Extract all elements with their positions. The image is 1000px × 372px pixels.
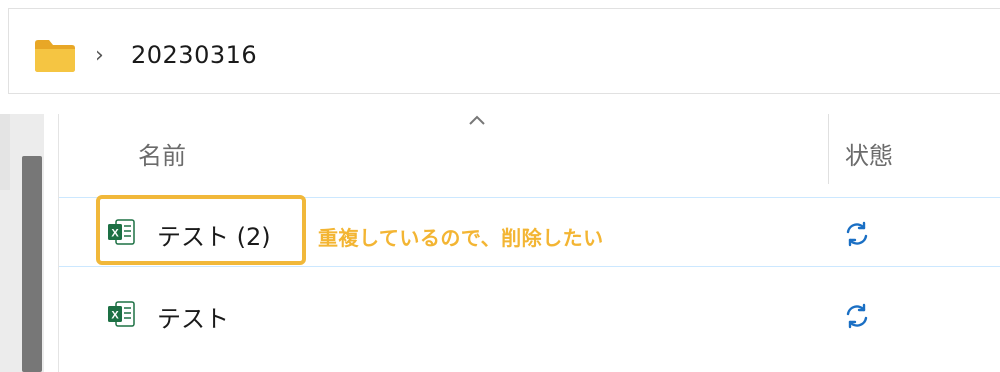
file-name[interactable]: テスト — [157, 299, 229, 334]
folder-icon — [35, 40, 75, 72]
highlight-box — [96, 195, 306, 265]
breadcrumb-separator: › — [95, 43, 104, 68]
sync-icon — [846, 221, 868, 247]
column-header-name[interactable]: 名前 — [138, 136, 186, 171]
nav-pane-strip — [0, 114, 10, 190]
scrollbar-thumb[interactable] — [22, 156, 42, 372]
file-row-2[interactable]: X テスト — [59, 280, 1000, 348]
sort-ascending-caret-icon — [469, 115, 485, 125]
breadcrumb-path[interactable]: 20230316 — [131, 41, 257, 69]
column-divider[interactable] — [828, 114, 829, 184]
column-header-status[interactable]: 状態 — [845, 136, 893, 171]
sync-icon — [846, 303, 868, 329]
address-bar[interactable]: › 20230316 — [8, 8, 1000, 94]
excel-file-icon: X — [108, 301, 135, 327]
annotation-text: 重複しているので、削除したい — [318, 226, 604, 250]
svg-text:X: X — [111, 310, 119, 322]
